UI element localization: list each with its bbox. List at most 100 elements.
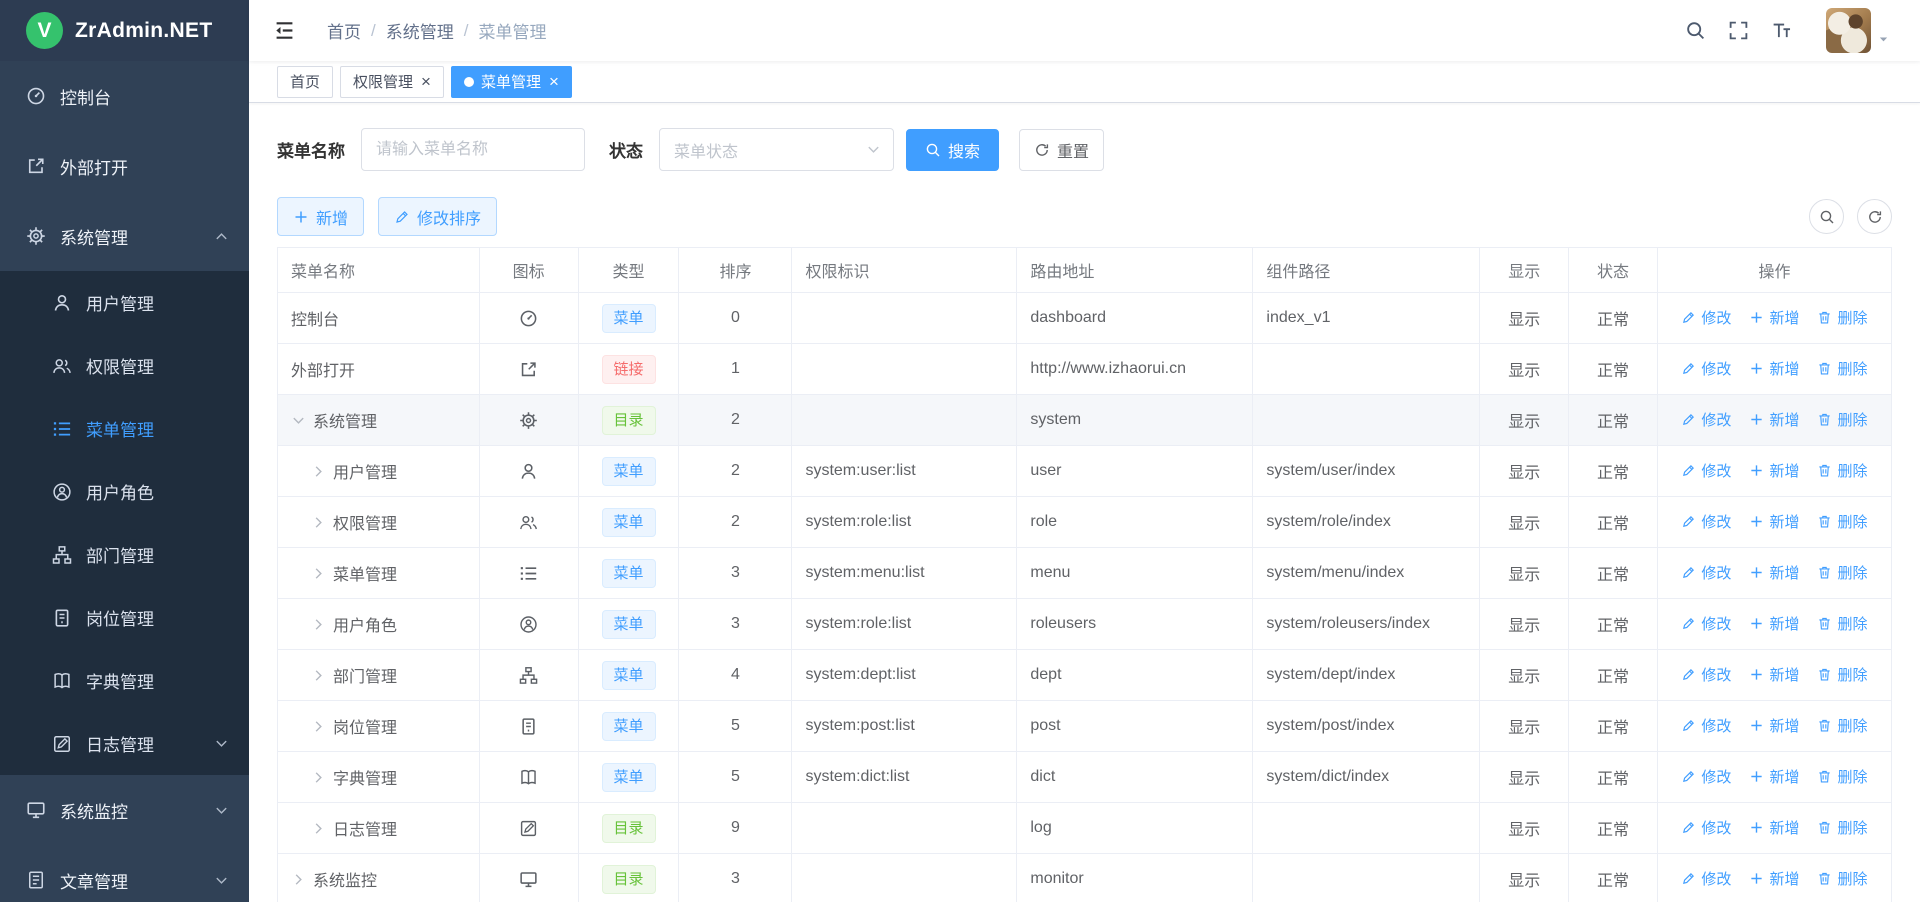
table-row[interactable]: 权限管理菜单2system:role:listrolesystem/role/i… bbox=[278, 497, 1892, 548]
add-link[interactable]: 新增 bbox=[1749, 460, 1799, 481]
delete-link[interactable]: 删除 bbox=[1817, 562, 1867, 583]
table-row[interactable]: 控制台菜单0dashboardindex_v1显示正常修改新增删除 bbox=[278, 293, 1892, 344]
add-link[interactable]: 新增 bbox=[1749, 613, 1799, 634]
plus-icon bbox=[1749, 565, 1764, 580]
delete-link[interactable]: 删除 bbox=[1817, 817, 1867, 838]
search-button[interactable]: 搜索 bbox=[906, 129, 999, 171]
refresh-table-button[interactable] bbox=[1857, 199, 1892, 234]
avatar[interactable] bbox=[1826, 8, 1871, 53]
table-row[interactable]: 用户角色菜单3system:role:listroleuserssystem/r… bbox=[278, 599, 1892, 650]
expand-closed-icon[interactable] bbox=[311, 668, 326, 683]
fullscreen-button[interactable] bbox=[1728, 20, 1749, 41]
table-row[interactable]: 部门管理菜单4system:dept:listdeptsystem/dept/i… bbox=[278, 650, 1892, 701]
table-row[interactable]: 岗位管理菜单5system:post:listpostsystem/post/i… bbox=[278, 701, 1892, 752]
table-row[interactable]: 用户管理菜单2system:user:listusersystem/user/i… bbox=[278, 446, 1892, 497]
add-button[interactable]: 新增 bbox=[277, 197, 364, 236]
sidebar-item-system-monitor[interactable]: 系统监控 bbox=[0, 775, 249, 845]
sidebar-item-system-management[interactable]: 系统管理 bbox=[0, 201, 249, 271]
delete-link[interactable]: 删除 bbox=[1817, 664, 1867, 685]
sidebar-item-console[interactable]: 控制台 bbox=[0, 61, 249, 131]
logo-icon: V bbox=[26, 12, 63, 49]
tab-permission-management[interactable]: 权限管理 × bbox=[340, 66, 444, 98]
edit-link[interactable]: 修改 bbox=[1681, 766, 1731, 787]
delete-link[interactable]: 删除 bbox=[1817, 766, 1867, 787]
add-link[interactable]: 新增 bbox=[1749, 766, 1799, 787]
expand-closed-icon[interactable] bbox=[311, 515, 326, 530]
edit-link[interactable]: 修改 bbox=[1681, 409, 1731, 430]
table-row[interactable]: 菜单管理菜单3system:menu:listmenusystem/menu/i… bbox=[278, 548, 1892, 599]
sidebar-item-article-management[interactable]: 文章管理 bbox=[0, 845, 249, 902]
modify-sort-button[interactable]: 修改排序 bbox=[378, 197, 497, 236]
table-row[interactable]: 外部打开链接1http://www.izhaorui.cn显示正常修改新增删除 bbox=[278, 344, 1892, 395]
sidebar-item-post-management[interactable]: 岗位管理 bbox=[0, 586, 249, 649]
breadcrumb-item-system[interactable]: 系统管理 bbox=[386, 18, 454, 43]
tab-home[interactable]: 首页 bbox=[277, 66, 333, 98]
sidebar-item-dept-management[interactable]: 部门管理 bbox=[0, 523, 249, 586]
sidebar-item-dict-management[interactable]: 字典管理 bbox=[0, 649, 249, 712]
expand-closed-icon[interactable] bbox=[311, 464, 326, 479]
edit-link[interactable]: 修改 bbox=[1681, 511, 1731, 532]
sidebar-item-permission-management[interactable]: 权限管理 bbox=[0, 334, 249, 397]
status-select[interactable]: 菜单状态 bbox=[659, 128, 894, 171]
expand-closed-icon[interactable] bbox=[311, 821, 326, 836]
add-link[interactable]: 新增 bbox=[1749, 664, 1799, 685]
delete-link[interactable]: 删除 bbox=[1817, 715, 1867, 736]
breadcrumb-item-home[interactable]: 首页 bbox=[327, 18, 361, 43]
table-row[interactable]: 系统管理目录2system显示正常修改新增删除 bbox=[278, 395, 1892, 446]
edit-link[interactable]: 修改 bbox=[1681, 358, 1731, 379]
menu-name-input[interactable] bbox=[361, 128, 585, 171]
edit-link[interactable]: 修改 bbox=[1681, 307, 1731, 328]
delete-link[interactable]: 删除 bbox=[1817, 358, 1867, 379]
sort-cell: 2 bbox=[679, 446, 792, 497]
app-logo[interactable]: V ZrAdmin.NET bbox=[0, 0, 249, 61]
edit-link[interactable]: 修改 bbox=[1681, 460, 1731, 481]
add-link[interactable]: 新增 bbox=[1749, 358, 1799, 379]
expand-closed-icon[interactable] bbox=[311, 617, 326, 632]
expand-closed-icon[interactable] bbox=[311, 719, 326, 734]
table-row[interactable]: 字典管理菜单5system:dict:listdictsystem/dict/i… bbox=[278, 752, 1892, 803]
add-link[interactable]: 新增 bbox=[1749, 868, 1799, 889]
delete-link[interactable]: 删除 bbox=[1817, 613, 1867, 634]
delete-link[interactable]: 删除 bbox=[1817, 868, 1867, 889]
expand-closed-icon[interactable] bbox=[311, 770, 326, 785]
edit-link[interactable]: 修改 bbox=[1681, 817, 1731, 838]
trash-icon bbox=[1817, 718, 1832, 733]
close-icon[interactable]: × bbox=[549, 73, 559, 90]
expand-closed-icon[interactable] bbox=[291, 872, 306, 887]
sidebar-item-external-open[interactable]: 外部打开 bbox=[0, 131, 249, 201]
edit-link[interactable]: 修改 bbox=[1681, 664, 1731, 685]
component-cell: system/dept/index bbox=[1253, 650, 1480, 701]
add-link[interactable]: 新增 bbox=[1749, 409, 1799, 430]
expand-open-icon[interactable] bbox=[291, 413, 306, 428]
add-link[interactable]: 新增 bbox=[1749, 307, 1799, 328]
menu-name: 菜单管理 bbox=[333, 561, 397, 585]
reset-button[interactable]: 重置 bbox=[1019, 129, 1104, 171]
menu-label: 岗位管理 bbox=[86, 605, 154, 630]
tab-menu-management[interactable]: 菜单管理 × bbox=[451, 66, 572, 98]
delete-link[interactable]: 删除 bbox=[1817, 409, 1867, 430]
sidebar-item-user-role[interactable]: 用户角色 bbox=[0, 460, 249, 523]
delete-link[interactable]: 删除 bbox=[1817, 307, 1867, 328]
header-search-button[interactable] bbox=[1685, 20, 1706, 41]
delete-link[interactable]: 删除 bbox=[1817, 460, 1867, 481]
delete-link[interactable]: 删除 bbox=[1817, 511, 1867, 532]
close-icon[interactable]: × bbox=[421, 73, 431, 90]
edit-link[interactable]: 修改 bbox=[1681, 562, 1731, 583]
sidebar-item-menu-management[interactable]: 菜单管理 bbox=[0, 397, 249, 460]
edit-link[interactable]: 修改 bbox=[1681, 868, 1731, 889]
expand-closed-icon[interactable] bbox=[311, 566, 326, 581]
menu-fold-button[interactable] bbox=[273, 19, 296, 42]
add-link[interactable]: 新增 bbox=[1749, 511, 1799, 532]
edit-link[interactable]: 修改 bbox=[1681, 715, 1731, 736]
toggle-search-button[interactable] bbox=[1809, 199, 1844, 234]
font-size-button[interactable] bbox=[1771, 20, 1792, 41]
sidebar-item-log-management[interactable]: 日志管理 bbox=[0, 712, 249, 775]
user-menu[interactable] bbox=[1826, 8, 1890, 53]
edit-link[interactable]: 修改 bbox=[1681, 613, 1731, 634]
add-link[interactable]: 新增 bbox=[1749, 562, 1799, 583]
table-row[interactable]: 日志管理目录9log显示正常修改新增删除 bbox=[278, 803, 1892, 854]
add-link[interactable]: 新增 bbox=[1749, 817, 1799, 838]
add-link[interactable]: 新增 bbox=[1749, 715, 1799, 736]
sidebar-item-user-management[interactable]: 用户管理 bbox=[0, 271, 249, 334]
table-row[interactable]: 系统监控目录3monitor显示正常修改新增删除 bbox=[278, 854, 1892, 902]
